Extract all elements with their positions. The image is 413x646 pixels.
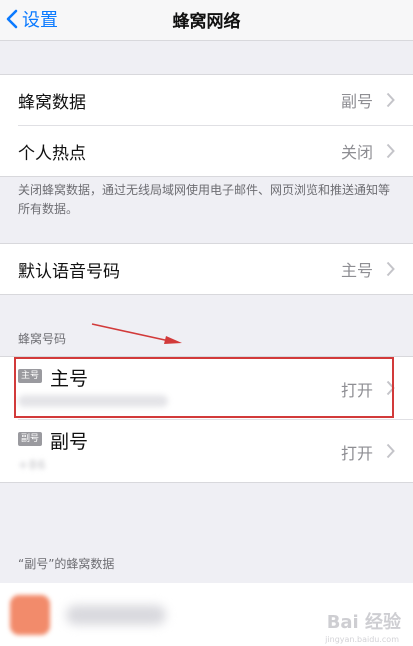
watermark-url: jingyan.baidu.com [325,635,399,644]
default-voice-value: 主号 [340,261,373,280]
cellular-numbers-header: 蜂窝号码 [18,332,67,346]
navigation-bar: 设置 蜂窝网络 [0,0,413,41]
watermark-logo: Bai 经验 [326,612,401,633]
cellular-data-label: 蜂窝数据 [18,92,86,113]
app-name-redacted [66,605,166,625]
chevron-right-icon [386,143,395,159]
app-data-row[interactable]: Bai 经验 jingyan.baidu.com [0,583,413,646]
cellular-data-footnote: 关闭蜂窝数据，通过无线局域网使用电子邮件、网页浏览和推送通知等所有数据。 [18,183,391,216]
number-row-secondary[interactable]: 副号 副号 +86 打开 [0,420,413,482]
number-status: 打开 [340,444,373,463]
secondary-data-header: “副号”的蜂窝数据 [18,557,115,571]
chevron-right-icon [386,261,395,277]
number-name: 副号 [50,431,89,453]
app-icon [10,595,50,635]
highlight-box [14,357,394,418]
cellular-data-value: 副号 [340,92,373,111]
annotation-arrow-icon [91,323,182,344]
settings-group-voice: 默认语音号码 主号 [0,243,413,295]
page-title: 蜂窝网络 [172,12,241,32]
personal-hotspot-label: 个人热点 [18,143,86,164]
sim-badge: 副号 [18,432,43,446]
cellular-data-row[interactable]: 蜂窝数据 副号 [0,75,413,125]
default-voice-number-row[interactable]: 默认语音号码 主号 [0,244,413,294]
settings-group-data: 蜂窝数据 副号 个人热点 关闭 [0,74,413,177]
default-voice-label: 默认语音号码 [18,261,120,282]
chevron-right-icon [386,92,395,108]
chevron-right-icon [386,443,395,459]
personal-hotspot-value: 关闭 [340,143,373,162]
phone-number-redacted: +86 [18,458,47,472]
personal-hotspot-row[interactable]: 个人热点 关闭 [0,126,413,176]
